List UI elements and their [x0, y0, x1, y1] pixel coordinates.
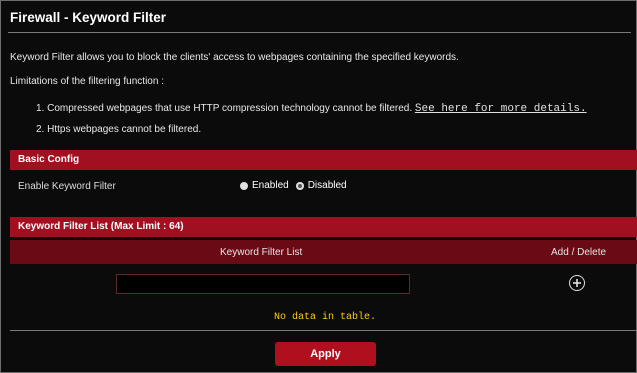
add-button[interactable]	[569, 275, 585, 291]
limitation-1-text: 1. Compressed webpages that use HTTP com…	[36, 103, 413, 114]
basic-config-header: Basic Config	[10, 150, 637, 170]
enable-keyword-filter-radio-group: Enabled Disabled	[240, 180, 347, 191]
radio-enabled[interactable]	[240, 181, 248, 190]
title-divider	[8, 32, 631, 33]
page-title: Firewall - Keyword Filter	[10, 10, 167, 25]
keyword-list-header: Keyword Filter List (Max Limit : 64)	[10, 217, 637, 237]
limitation-1: 1. Compressed webpages that use HTTP com…	[36, 103, 587, 115]
radio-disabled-label: Disabled	[307, 180, 347, 191]
details-link[interactable]: See here for more details.	[415, 103, 587, 115]
description: Keyword Filter allows you to block the c…	[10, 52, 459, 63]
column-keyword-filter-list: Keyword Filter List	[220, 247, 303, 258]
empty-table-message: No data in table.	[274, 312, 377, 323]
limitations-heading: Limitations of the filtering function :	[10, 76, 164, 87]
limitation-2: 2. Https webpages cannot be filtered.	[36, 124, 202, 135]
table-header-row	[10, 240, 637, 264]
plus-circle-icon	[573, 279, 581, 287]
column-add-delete: Add / Delete	[551, 247, 607, 258]
radio-disabled[interactable]	[295, 181, 304, 190]
apply-button[interactable]: Apply	[275, 342, 376, 366]
enable-keyword-filter-label: Enable Keyword Filter	[18, 181, 116, 192]
keyword-input[interactable]	[116, 274, 410, 294]
radio-enabled-label: Enabled	[252, 180, 289, 191]
footer-divider	[10, 330, 637, 331]
